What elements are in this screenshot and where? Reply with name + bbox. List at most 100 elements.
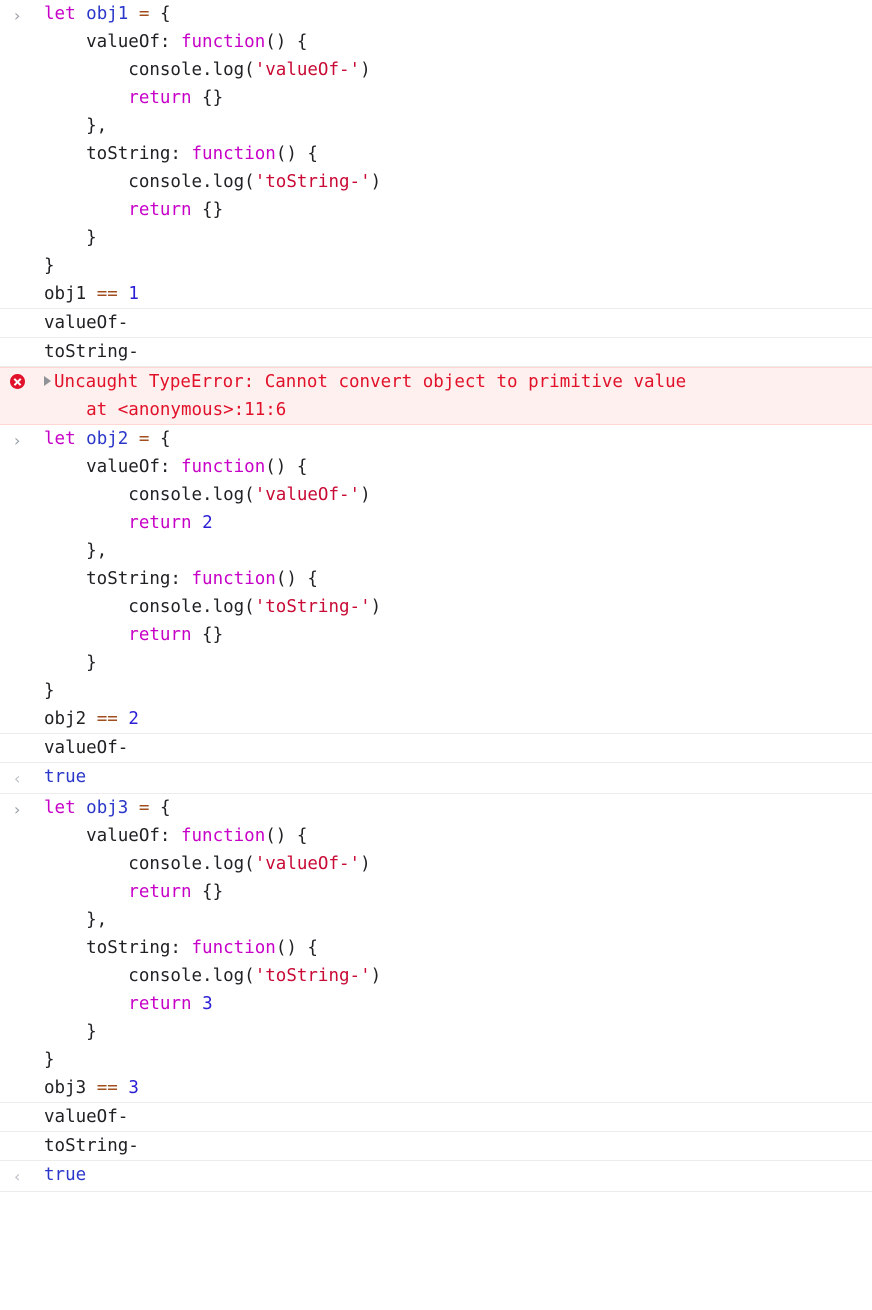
code-line: toString: function() { bbox=[44, 934, 866, 962]
token-plain: () { bbox=[265, 32, 308, 52]
console-input-obj1[interactable]: › let obj1 = { valueOf: function() { cons… bbox=[0, 0, 872, 309]
log-gutter bbox=[0, 1132, 44, 1134]
console-log-valueof-2[interactable]: valueOf- bbox=[0, 734, 872, 763]
token-kw: function bbox=[180, 826, 266, 846]
console-error-typeerror[interactable]: Uncaught TypeError: Cannot convert objec… bbox=[0, 367, 872, 425]
console-result-value: true bbox=[44, 1165, 87, 1185]
token-kw: return bbox=[128, 882, 192, 902]
token-op: == bbox=[96, 1078, 118, 1098]
token-plain: } bbox=[44, 228, 97, 248]
code-line: return {} bbox=[44, 84, 866, 112]
input-prompt-icon: › bbox=[0, 794, 44, 824]
token-plain: { bbox=[149, 429, 171, 449]
token-kw: let bbox=[44, 798, 87, 818]
token-plain: {} bbox=[191, 88, 224, 108]
token-op: == bbox=[96, 284, 118, 304]
token-plain: () { bbox=[265, 457, 308, 477]
code-line: obj3 == 3 bbox=[44, 1074, 866, 1102]
token-num: 1 bbox=[128, 284, 139, 304]
token-plain: console.log( bbox=[44, 966, 255, 986]
token-str: 'toString-' bbox=[254, 172, 371, 192]
log-gutter bbox=[0, 338, 44, 340]
console-message-list[interactable]: › let obj1 = { valueOf: function() { cons… bbox=[0, 0, 872, 1192]
code-line: toString: function() { bbox=[44, 565, 866, 593]
input-prompt-icon-glyph: › bbox=[14, 431, 21, 450]
console-input-code: let obj2 = { valueOf: function () { conso… bbox=[44, 425, 872, 733]
code-line: obj2 == 2 bbox=[44, 705, 866, 733]
token-str: 'valueOf-' bbox=[254, 854, 361, 874]
code-line: console.log('toString-') bbox=[44, 962, 866, 990]
console-result-value: true bbox=[44, 767, 87, 787]
token-kw: function bbox=[191, 144, 276, 164]
token-plain: console.log( bbox=[44, 485, 255, 505]
console-log-text: toString- bbox=[44, 342, 139, 362]
log-gutter bbox=[0, 309, 44, 311]
token-kw: function bbox=[191, 569, 276, 589]
console-log-tostring-1[interactable]: toString- bbox=[0, 338, 872, 367]
code-line: } bbox=[44, 224, 866, 252]
code-line: return 3 bbox=[44, 990, 866, 1018]
input-prompt-icon: › bbox=[0, 0, 44, 30]
token-plain: toString: bbox=[44, 938, 192, 958]
console-log-valueof-3[interactable]: valueOf- bbox=[0, 1103, 872, 1132]
token-num: 2 bbox=[202, 513, 213, 533]
token-num: 2 bbox=[128, 709, 139, 729]
console-result-true-2[interactable]: ‹ true bbox=[0, 1161, 872, 1192]
disclosure-triangle-right-icon[interactable] bbox=[44, 376, 51, 386]
console-log-text: valueOf- bbox=[44, 738, 129, 758]
token-op: == bbox=[96, 709, 118, 729]
token-ident: obj2 bbox=[86, 429, 129, 449]
token-plain: valueOf: bbox=[44, 826, 181, 846]
code-line: let obj2 = { bbox=[44, 425, 866, 453]
error-circle-x-icon bbox=[10, 374, 25, 389]
token-plain: ) bbox=[360, 485, 371, 505]
console-error-stack-frame[interactable]: at <anonymous>:11:6 bbox=[44, 396, 866, 424]
token-num: 3 bbox=[128, 1078, 139, 1098]
console-result-true-1[interactable]: ‹ true bbox=[0, 763, 872, 794]
console-input-code: let obj1 = { valueOf: function() { conso… bbox=[44, 0, 872, 308]
code-line: }, bbox=[44, 906, 866, 934]
console-log-valueof-1[interactable]: valueOf- bbox=[0, 309, 872, 338]
code-line: toString: function() { bbox=[44, 140, 866, 168]
log-gutter bbox=[0, 1103, 44, 1105]
token-plain: } bbox=[44, 256, 55, 276]
token-plain: obj3 bbox=[44, 1078, 97, 1098]
console-log-tostring-3[interactable]: toString- bbox=[0, 1132, 872, 1161]
input-prompt-icon-glyph: › bbox=[14, 6, 21, 25]
result-prompt-icon: ‹ bbox=[0, 1161, 44, 1191]
token-plain: ) bbox=[370, 172, 382, 192]
token-plain: obj1 bbox=[44, 284, 97, 304]
token-op: = bbox=[138, 798, 150, 818]
token-plain: obj2 bbox=[44, 709, 97, 729]
code-line: console.log('toString-') bbox=[44, 593, 866, 621]
token-kw: function bbox=[191, 938, 276, 958]
token-kw: return bbox=[128, 88, 192, 108]
token-plain: console.log( bbox=[44, 597, 255, 617]
console-log-text: valueOf- bbox=[44, 1107, 129, 1127]
code-line: valueOf: function() { bbox=[44, 822, 866, 850]
code-line: }, bbox=[44, 537, 866, 565]
result-prompt-icon: ‹ bbox=[0, 763, 44, 793]
token-plain: valueOf: bbox=[44, 32, 181, 52]
console-input-obj2[interactable]: › let obj2 = { valueOf: function () { cons… bbox=[0, 425, 872, 734]
console-input-obj3[interactable]: › let obj3 = { valueOf: function() { cons… bbox=[0, 794, 872, 1103]
token-plain: ) bbox=[360, 854, 371, 874]
token-plain: {} bbox=[191, 200, 224, 220]
token-plain: ) bbox=[370, 966, 382, 986]
token-plain: } bbox=[44, 1022, 97, 1042]
token-plain: } bbox=[44, 681, 55, 701]
console-input-code: let obj3 = { valueOf: function() { conso… bbox=[44, 794, 872, 1102]
input-prompt-icon: › bbox=[0, 425, 44, 455]
code-line: return {} bbox=[44, 196, 866, 224]
token-plain: }, bbox=[44, 116, 108, 136]
token-plain: }, bbox=[44, 910, 108, 930]
code-line: } bbox=[44, 1046, 866, 1074]
token-plain: valueOf: bbox=[44, 457, 181, 477]
token-num: 3 bbox=[202, 994, 213, 1014]
